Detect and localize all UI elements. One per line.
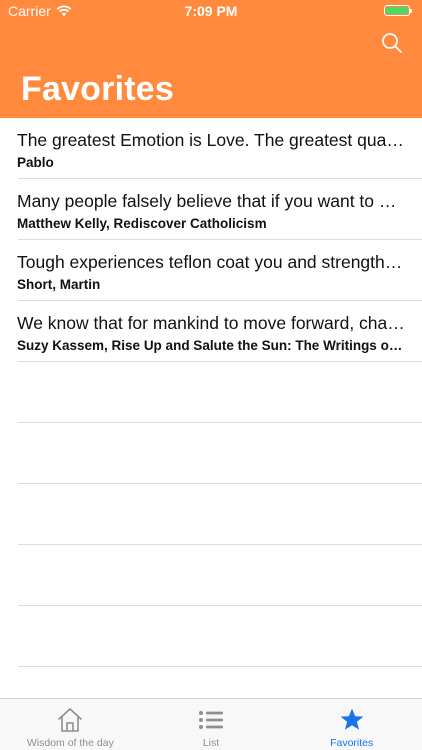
page-title: Favorites [21,70,174,108]
list-item[interactable]: The greatest Emotion is Love. The greate… [0,118,422,179]
favorites-list[interactable]: The greatest Emotion is Love. The greate… [0,118,422,698]
quote-author: Suzy Kassem, Rise Up and Salute the Sun:… [17,338,406,353]
empty-row [0,362,422,423]
search-icon[interactable] [380,31,404,55]
quote-author: Pablo [17,155,54,170]
tab-label: Favorites [330,737,374,749]
list-item[interactable]: We know that for mankind to move forward… [0,301,422,362]
quote-text: We know that for mankind to move forward… [17,313,406,333]
star-icon [338,707,366,733]
quote-text: Many people falsely believe that if you … [17,191,406,211]
list-item[interactable]: Many people falsely believe that if you … [0,179,422,240]
status-bar: Carrier 7:09 PM [0,0,422,22]
tab-label: Wisdom of the day [26,737,114,749]
quote-text: The greatest Emotion is Love. The greate… [17,130,406,150]
tab-wisdom-of-the-day[interactable]: Wisdom of the day [0,699,141,750]
navigation-header: Carrier 7:09 PM Favorites [0,0,422,118]
empty-row [0,484,422,545]
battery-icon [384,5,412,16]
tab-list[interactable]: List [141,699,282,750]
list-item[interactable]: Tough experiences teflon coat you and st… [0,240,422,301]
quote-author: Matthew Kelly, Rediscover Catholicism [17,216,267,231]
home-icon [56,707,84,733]
empty-row [0,423,422,484]
status-time: 7:09 PM [184,3,238,19]
tab-label: List [202,737,220,749]
quote-text: Tough experiences teflon coat you and st… [17,252,406,272]
quote-author: Short, Martin [17,277,101,292]
tab-bar: Wisdom of the day List Favorites [0,698,422,750]
empty-row [0,545,422,606]
tab-favorites[interactable]: Favorites [281,699,422,750]
empty-row [0,606,422,667]
list-icon [197,707,225,733]
